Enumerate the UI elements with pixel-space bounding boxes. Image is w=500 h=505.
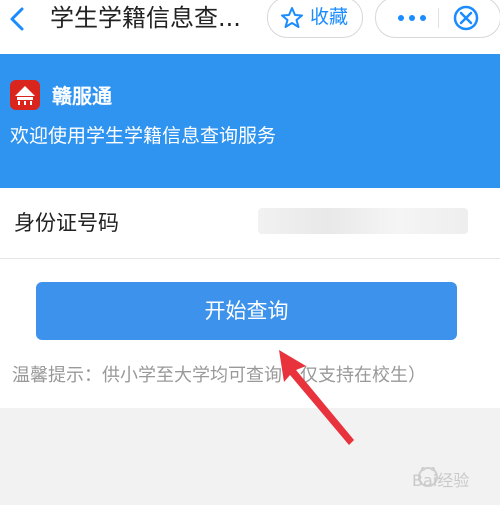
top-bar: 学生学籍信息查... 收藏 xyxy=(0,0,500,54)
close-icon[interactable] xyxy=(452,4,480,32)
capsule-menu xyxy=(375,0,500,38)
favorite-label: 收藏 xyxy=(310,6,349,28)
more-icon[interactable] xyxy=(398,15,426,21)
back-icon[interactable] xyxy=(3,4,33,34)
page-title: 学生学籍信息查... xyxy=(50,4,241,32)
blurred-value xyxy=(258,208,468,234)
divider xyxy=(0,258,500,259)
capsule-divider xyxy=(438,8,439,28)
star-icon xyxy=(281,7,303,28)
welcome-text: 欢迎使用学生学籍信息查询服务 xyxy=(10,125,277,147)
id-number-input[interactable] xyxy=(240,200,480,244)
app-logo xyxy=(10,80,40,110)
query-form: 身份证号码 开始查询 温馨提示：供小学至大学均可查询（仅支持在校生） xyxy=(0,188,500,408)
id-number-label: 身份证号码 xyxy=(14,211,119,235)
hint-text: 温馨提示：供小学至大学均可查询（仅支持在校生） xyxy=(12,365,426,386)
start-query-button[interactable]: 开始查询 xyxy=(36,282,457,340)
app-name: 赣服通 xyxy=(52,84,112,108)
service-banner: 赣服通 欢迎使用学生学籍信息查询服务 xyxy=(0,54,500,188)
favorite-button[interactable]: 收藏 xyxy=(267,0,363,38)
watermark-text: Bai经验 xyxy=(412,471,470,490)
